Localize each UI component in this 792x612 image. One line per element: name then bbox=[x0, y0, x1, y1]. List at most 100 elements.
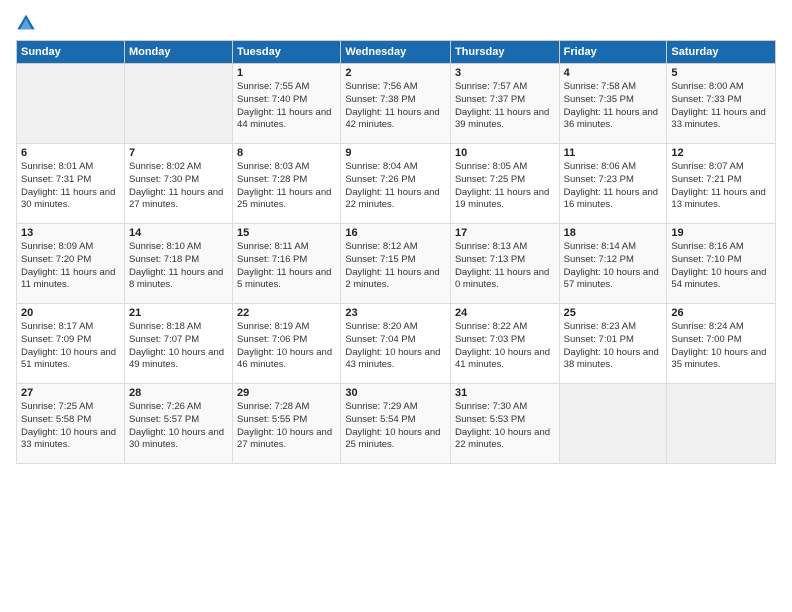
day-number: 14 bbox=[129, 227, 228, 239]
day-number: 13 bbox=[21, 227, 120, 239]
day-info: Sunrise: 7:25 AMSunset: 5:58 PMDaylight:… bbox=[21, 401, 120, 452]
day-number: 24 bbox=[455, 307, 555, 319]
calendar-cell: 21Sunrise: 8:18 AMSunset: 7:07 PMDayligh… bbox=[124, 304, 232, 384]
page: SundayMondayTuesdayWednesdayThursdayFrid… bbox=[0, 0, 792, 612]
day-info: Sunrise: 8:13 AMSunset: 7:13 PMDaylight:… bbox=[455, 241, 555, 292]
day-info: Sunrise: 8:06 AMSunset: 7:23 PMDaylight:… bbox=[564, 161, 663, 212]
header bbox=[16, 12, 776, 32]
calendar-cell: 19Sunrise: 8:16 AMSunset: 7:10 PMDayligh… bbox=[667, 224, 776, 304]
calendar-cell bbox=[124, 64, 232, 144]
day-info: Sunrise: 7:28 AMSunset: 5:55 PMDaylight:… bbox=[237, 401, 336, 452]
day-number: 11 bbox=[564, 147, 663, 159]
day-number: 8 bbox=[237, 147, 336, 159]
calendar-cell: 25Sunrise: 8:23 AMSunset: 7:01 PMDayligh… bbox=[559, 304, 667, 384]
day-number: 6 bbox=[21, 147, 120, 159]
calendar-week-4: 20Sunrise: 8:17 AMSunset: 7:09 PMDayligh… bbox=[17, 304, 776, 384]
day-info: Sunrise: 7:58 AMSunset: 7:35 PMDaylight:… bbox=[564, 81, 663, 132]
calendar-cell: 1Sunrise: 7:55 AMSunset: 7:40 PMDaylight… bbox=[233, 64, 341, 144]
calendar-cell: 5 Sunrise: 8:00 AMSunset: 7:33 PMDaylight… bbox=[667, 64, 776, 144]
calendar-cell: 18Sunrise: 8:14 AMSunset: 7:12 PMDayligh… bbox=[559, 224, 667, 304]
day-number: 5 bbox=[671, 67, 771, 79]
calendar-cell: 27 Sunrise: 7:25 AMSunset: 5:58 PMDayligh… bbox=[17, 384, 125, 464]
calendar-cell bbox=[17, 64, 125, 144]
day-number: 23 bbox=[345, 307, 446, 319]
logo bbox=[16, 12, 40, 32]
calendar-cell: 20Sunrise: 8:17 AMSunset: 7:09 PMDayligh… bbox=[17, 304, 125, 384]
day-info: Sunrise: 8:02 AMSunset: 7:30 PMDaylight:… bbox=[129, 161, 228, 212]
day-number: 12 bbox=[671, 147, 771, 159]
day-info: Sunrise: 8:05 AMSunset: 7:25 PMDaylight:… bbox=[455, 161, 555, 212]
day-number: 2 bbox=[345, 67, 446, 79]
calendar-cell: 8 Sunrise: 8:03 AMSunset: 7:28 PMDaylight… bbox=[233, 144, 341, 224]
day-number: 16 bbox=[345, 227, 446, 239]
day-number: 30 bbox=[345, 387, 446, 399]
calendar-week-3: 13 Sunrise: 8:09 AMSunset: 7:20 PMDayligh… bbox=[17, 224, 776, 304]
calendar-cell: 7 Sunrise: 8:02 AMSunset: 7:30 PMDaylight… bbox=[124, 144, 232, 224]
day-info: Sunrise: 8:20 AMSunset: 7:04 PMDaylight:… bbox=[345, 321, 446, 372]
calendar-cell: 12 Sunrise: 8:07 AMSunset: 7:21 PMDayligh… bbox=[667, 144, 776, 224]
calendar-week-2: 6 Sunrise: 8:01 AMSunset: 7:31 PMDaylight… bbox=[17, 144, 776, 224]
calendar-body: 1Sunrise: 7:55 AMSunset: 7:40 PMDaylight… bbox=[17, 64, 776, 464]
calendar-header: SundayMondayTuesdayWednesdayThursdayFrid… bbox=[17, 41, 776, 64]
day-number: 1 bbox=[237, 67, 336, 79]
day-number: 22 bbox=[237, 307, 336, 319]
calendar-cell: 23 Sunrise: 8:20 AMSunset: 7:04 PMDayligh… bbox=[341, 304, 451, 384]
calendar-cell: 22Sunrise: 8:19 AMSunset: 7:06 PMDayligh… bbox=[233, 304, 341, 384]
calendar-cell: 28 Sunrise: 7:26 AMSunset: 5:57 PMDayligh… bbox=[124, 384, 232, 464]
day-info: Sunrise: 8:03 AMSunset: 7:28 PMDaylight:… bbox=[237, 161, 336, 212]
calendar-cell: 11 Sunrise: 8:06 AMSunset: 7:23 PMDayligh… bbox=[559, 144, 667, 224]
day-info: Sunrise: 8:00 AMSunset: 7:33 PMDaylight:… bbox=[671, 81, 771, 132]
calendar-cell: 14 Sunrise: 8:10 AMSunset: 7:18 PMDayligh… bbox=[124, 224, 232, 304]
day-number: 25 bbox=[564, 307, 663, 319]
day-info: Sunrise: 8:07 AMSunset: 7:21 PMDaylight:… bbox=[671, 161, 771, 212]
day-info: Sunrise: 8:01 AMSunset: 7:31 PMDaylight:… bbox=[21, 161, 120, 212]
day-info: Sunrise: 8:10 AMSunset: 7:18 PMDaylight:… bbox=[129, 241, 228, 292]
day-info: Sunrise: 8:09 AMSunset: 7:20 PMDaylight:… bbox=[21, 241, 120, 292]
day-number: 15 bbox=[237, 227, 336, 239]
weekday-header-friday: Friday bbox=[559, 41, 667, 64]
day-number: 3 bbox=[455, 67, 555, 79]
day-info: Sunrise: 7:57 AMSunset: 7:37 PMDaylight:… bbox=[455, 81, 555, 132]
day-number: 18 bbox=[564, 227, 663, 239]
day-info: Sunrise: 8:17 AMSunset: 7:09 PMDaylight:… bbox=[21, 321, 120, 372]
calendar-cell: 3 Sunrise: 7:57 AMSunset: 7:37 PMDaylight… bbox=[450, 64, 559, 144]
weekday-header-sunday: Sunday bbox=[17, 41, 125, 64]
day-info: Sunrise: 8:12 AMSunset: 7:15 PMDaylight:… bbox=[345, 241, 446, 292]
day-info: Sunrise: 7:26 AMSunset: 5:57 PMDaylight:… bbox=[129, 401, 228, 452]
day-info: Sunrise: 7:30 AMSunset: 5:53 PMDaylight:… bbox=[455, 401, 555, 452]
weekday-row: SundayMondayTuesdayWednesdayThursdayFrid… bbox=[17, 41, 776, 64]
calendar-cell: 16 Sunrise: 8:12 AMSunset: 7:15 PMDayligh… bbox=[341, 224, 451, 304]
day-number: 7 bbox=[129, 147, 228, 159]
day-number: 27 bbox=[21, 387, 120, 399]
calendar-cell: 29Sunrise: 7:28 AMSunset: 5:55 PMDayligh… bbox=[233, 384, 341, 464]
calendar-cell: 26 Sunrise: 8:24 AMSunset: 7:00 PMDayligh… bbox=[667, 304, 776, 384]
day-info: Sunrise: 8:18 AMSunset: 7:07 PMDaylight:… bbox=[129, 321, 228, 372]
day-number: 26 bbox=[671, 307, 771, 319]
calendar-cell: 24 Sunrise: 8:22 AMSunset: 7:03 PMDayligh… bbox=[450, 304, 559, 384]
calendar-table: SundayMondayTuesdayWednesdayThursdayFrid… bbox=[16, 40, 776, 464]
calendar-cell: 6 Sunrise: 8:01 AMSunset: 7:31 PMDaylight… bbox=[17, 144, 125, 224]
logo-icon bbox=[16, 12, 36, 32]
day-number: 31 bbox=[455, 387, 555, 399]
day-info: Sunrise: 8:11 AMSunset: 7:16 PMDaylight:… bbox=[237, 241, 336, 292]
day-number: 9 bbox=[345, 147, 446, 159]
calendar-cell bbox=[559, 384, 667, 464]
calendar-cell: 31 Sunrise: 7:30 AMSunset: 5:53 PMDayligh… bbox=[450, 384, 559, 464]
calendar-cell: 10 Sunrise: 8:05 AMSunset: 7:25 PMDayligh… bbox=[450, 144, 559, 224]
day-info: Sunrise: 7:56 AMSunset: 7:38 PMDaylight:… bbox=[345, 81, 446, 132]
weekday-header-monday: Monday bbox=[124, 41, 232, 64]
calendar-cell: 30Sunrise: 7:29 AMSunset: 5:54 PMDayligh… bbox=[341, 384, 451, 464]
calendar-cell: 2 Sunrise: 7:56 AMSunset: 7:38 PMDaylight… bbox=[341, 64, 451, 144]
calendar-week-1: 1Sunrise: 7:55 AMSunset: 7:40 PMDaylight… bbox=[17, 64, 776, 144]
day-number: 17 bbox=[455, 227, 555, 239]
day-number: 10 bbox=[455, 147, 555, 159]
day-info: Sunrise: 8:22 AMSunset: 7:03 PMDaylight:… bbox=[455, 321, 555, 372]
day-info: Sunrise: 8:24 AMSunset: 7:00 PMDaylight:… bbox=[671, 321, 771, 372]
weekday-header-wednesday: Wednesday bbox=[341, 41, 451, 64]
weekday-header-saturday: Saturday bbox=[667, 41, 776, 64]
calendar-cell: 9 Sunrise: 8:04 AMSunset: 7:26 PMDaylight… bbox=[341, 144, 451, 224]
weekday-header-thursday: Thursday bbox=[450, 41, 559, 64]
day-info: Sunrise: 8:04 AMSunset: 7:26 PMDaylight:… bbox=[345, 161, 446, 212]
day-number: 28 bbox=[129, 387, 228, 399]
day-number: 19 bbox=[671, 227, 771, 239]
